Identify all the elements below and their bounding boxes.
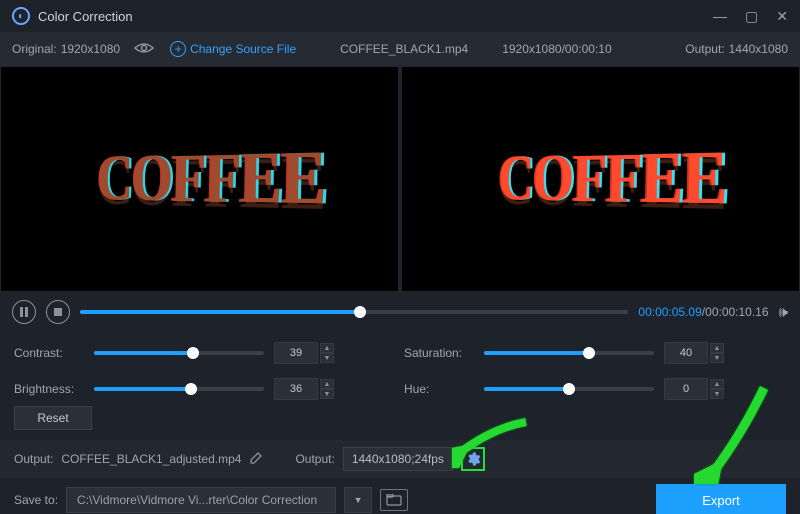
hue-value-box: 0 ▲▼: [664, 378, 734, 400]
timecode: 00:00:05.09/00:00:10.16: [638, 305, 768, 319]
timeline-fill: [80, 310, 360, 314]
brightness-value[interactable]: 36: [274, 378, 318, 400]
output-label: Output:: [685, 42, 724, 56]
reset-row: Reset: [0, 406, 800, 440]
pause-button[interactable]: [12, 300, 36, 324]
edit-filename-icon[interactable]: [249, 451, 263, 468]
saturation-slider[interactable]: [484, 351, 654, 355]
plus-icon: +: [170, 41, 186, 57]
brightness-step-down[interactable]: ▼: [320, 389, 334, 399]
browse-folder-button[interactable]: [380, 489, 408, 511]
saturation-step-up[interactable]: ▲: [710, 343, 724, 353]
reset-button[interactable]: Reset: [14, 406, 92, 430]
original-resolution: 1920x1080: [61, 42, 120, 56]
change-source-label: Change Source File: [190, 42, 296, 56]
contrast-slider[interactable]: [94, 351, 264, 355]
window-title: Color Correction: [38, 9, 713, 24]
time-total: 00:00:10.16: [705, 305, 768, 319]
output-row: Output: COFFEE_BLACK1_adjusted.mp4 Outpu…: [0, 440, 800, 478]
save-to-label: Save to:: [14, 493, 58, 507]
save-row: Save to: C:\Vidmore\Vidmore Vi...rter\Co…: [0, 478, 800, 514]
preview-area: COFFEE COFFEE: [0, 66, 800, 292]
time-current: 00:00:05.09: [638, 305, 701, 319]
maximize-button[interactable]: ▢: [745, 8, 758, 25]
contrast-step-down[interactable]: ▼: [320, 353, 334, 363]
contrast-value[interactable]: 39: [274, 342, 318, 364]
info-bar: Original: 1920x1080 + Change Source File…: [0, 32, 800, 66]
title-bar: ◐ Color Correction — ▢ ✕: [0, 0, 800, 32]
output-preview: COFFEE: [402, 67, 799, 291]
preview-text-original: COFFEE: [96, 135, 325, 224]
source-filename: COFFEE_BLACK1.mp4: [340, 42, 468, 56]
save-path-dropdown[interactable]: ▼: [344, 487, 372, 513]
contrast-value-box: 39 ▲▼: [274, 342, 344, 364]
hue-step-up[interactable]: ▲: [710, 379, 724, 389]
brightness-label: Brightness:: [14, 382, 84, 396]
saturation-value-box: 40 ▲▼: [664, 342, 734, 364]
output-format-value: 1440x1080;24fps: [343, 447, 453, 471]
original-preview: COFFEE: [1, 67, 398, 291]
saturation-value[interactable]: 40: [664, 342, 708, 364]
brightness-value-box: 36 ▲▼: [274, 378, 344, 400]
timeline-thumb[interactable]: [354, 306, 366, 318]
stop-button[interactable]: [46, 300, 70, 324]
original-label: Original:: [12, 42, 57, 56]
contrast-label: Contrast:: [14, 346, 84, 360]
brightness-slider[interactable]: [94, 387, 264, 391]
preview-toggle-icon[interactable]: [134, 42, 156, 57]
adjustment-panel: Contrast: 39 ▲▼ Saturation: 40 ▲▼ Bright…: [0, 332, 800, 406]
minimize-button[interactable]: —: [713, 8, 727, 25]
saturation-label: Saturation:: [404, 346, 474, 360]
save-path: C:\Vidmore\Vidmore Vi...rter\Color Corre…: [66, 487, 336, 513]
contrast-step-up[interactable]: ▲: [320, 343, 334, 353]
hue-label: Hue:: [404, 382, 474, 396]
output-file-label: Output:: [14, 452, 53, 466]
volume-icon[interactable]: 🕪: [779, 304, 788, 321]
change-source-button[interactable]: + Change Source File: [170, 41, 296, 57]
hue-slider[interactable]: [484, 387, 654, 391]
output-resolution: 1440x1080: [729, 42, 788, 56]
playback-bar: 00:00:05.09/00:00:10.16 🕪: [0, 292, 800, 332]
source-info: 1920x1080/00:00:10: [502, 42, 611, 56]
export-button[interactable]: Export: [656, 484, 786, 514]
brightness-step-up[interactable]: ▲: [320, 379, 334, 389]
output-file-name: COFFEE_BLACK1_adjusted.mp4: [61, 452, 241, 466]
output-settings-button[interactable]: [461, 447, 485, 471]
app-logo-icon: ◐: [12, 7, 30, 25]
hue-step-down[interactable]: ▼: [710, 389, 724, 399]
timeline-slider[interactable]: [80, 310, 628, 314]
close-button[interactable]: ✕: [776, 8, 788, 25]
hue-value[interactable]: 0: [664, 378, 708, 400]
preview-text-output: COFFEE: [497, 135, 726, 224]
output-format-label: Output:: [295, 452, 334, 466]
saturation-step-down[interactable]: ▼: [710, 353, 724, 363]
